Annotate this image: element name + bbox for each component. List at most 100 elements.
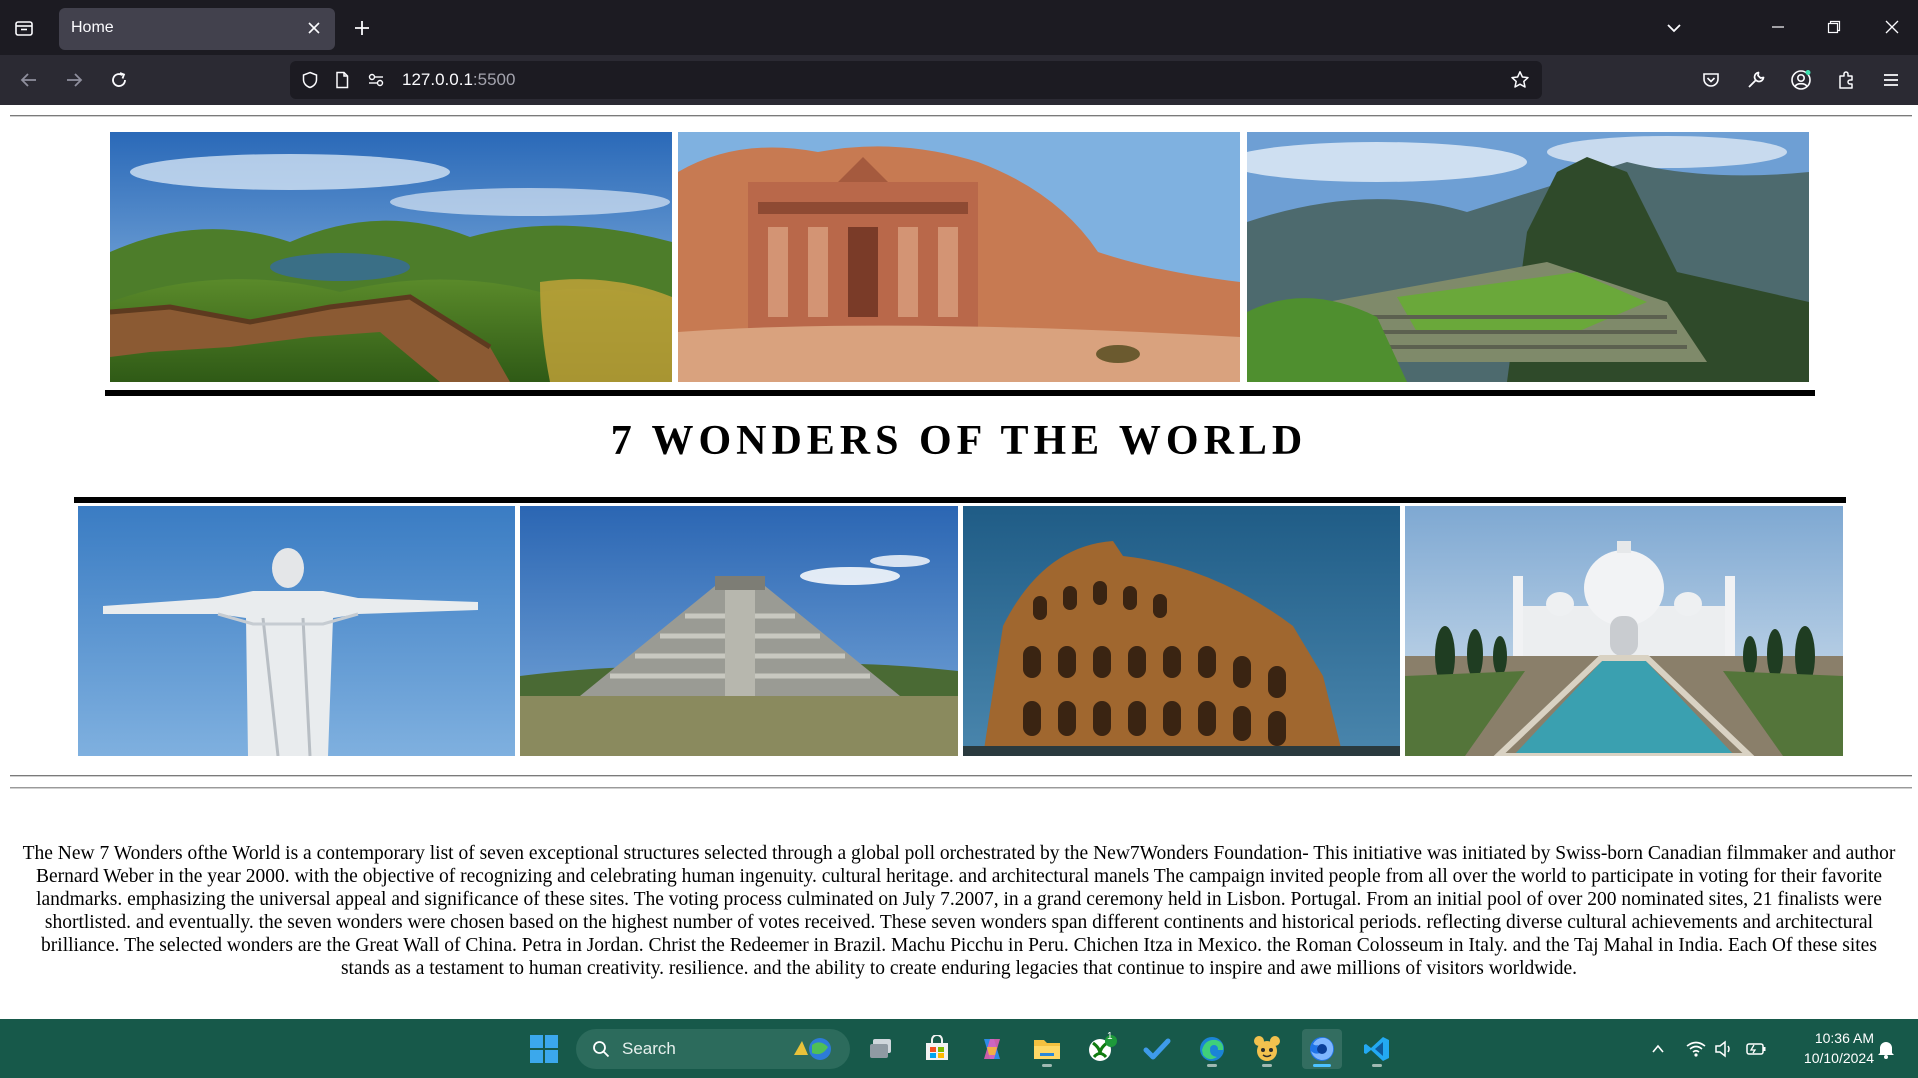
game-character-icon xyxy=(1254,1036,1280,1061)
notifications-button[interactable] xyxy=(1874,1037,1898,1061)
task-view-button[interactable] xyxy=(862,1029,902,1069)
url-text[interactable]: 127.0.0.1:5500 xyxy=(402,70,515,90)
taskbar-todo[interactable] xyxy=(1137,1029,1177,1069)
firefox-view-button[interactable] xyxy=(10,14,38,42)
taj-mahal-image xyxy=(1405,506,1843,756)
start-button[interactable] xyxy=(524,1029,564,1069)
system-clock[interactable]: 10:36 AM 10/10/2024 xyxy=(1778,1028,1874,1068)
taskbar-xbox[interactable]: 1 xyxy=(1082,1029,1122,1069)
christ-the-redeemer-image xyxy=(78,506,515,756)
taskbar-game[interactable] xyxy=(1247,1029,1287,1069)
app-menu-button[interactable] xyxy=(1876,65,1906,95)
clock-time: 10:36 AM xyxy=(1814,1030,1874,1046)
plus-icon xyxy=(355,21,369,35)
taskbar-store[interactable] xyxy=(917,1029,957,1069)
account-button[interactable] xyxy=(1786,65,1816,95)
taskbar-firefox[interactable] xyxy=(1302,1029,1342,1069)
volume-status[interactable] xyxy=(1712,1037,1736,1061)
account-icon xyxy=(1791,70,1811,90)
checkmark-icon xyxy=(1143,1038,1171,1060)
show-hidden-icons-button[interactable] xyxy=(1646,1037,1670,1061)
horizontal-rule-3 xyxy=(10,787,1912,789)
running-indicator xyxy=(1207,1064,1217,1067)
folder-icon xyxy=(1034,1040,1060,1059)
top-divider xyxy=(105,390,1815,396)
back-button[interactable] xyxy=(14,65,44,95)
tab-home[interactable]: Home xyxy=(59,8,335,50)
active-indicator xyxy=(1313,1064,1331,1067)
taskbar-vscode[interactable] xyxy=(1357,1029,1397,1069)
url-port: :5500 xyxy=(472,70,516,89)
xbox-notification-badge: 1 xyxy=(1107,1031,1113,1042)
navigation-toolbar: 127.0.0.1:5500 xyxy=(0,55,1918,105)
wifi-icon xyxy=(1686,1041,1706,1057)
battery-status[interactable] xyxy=(1744,1037,1768,1061)
site-permissions-icon[interactable] xyxy=(366,70,386,90)
tab-title: Home xyxy=(71,19,114,36)
running-indicator xyxy=(1042,1064,1052,1067)
search-highlight-icon xyxy=(794,1038,831,1060)
shield-icon[interactable] xyxy=(300,70,320,90)
chichen-itza-image xyxy=(520,506,958,756)
address-bar[interactable]: 127.0.0.1:5500 xyxy=(290,61,1542,99)
forward-button[interactable] xyxy=(59,65,89,95)
bottom-divider xyxy=(74,497,1846,503)
page-title: 7 WONDERS OF THE WORLD xyxy=(610,418,1308,464)
machu-picchu-image xyxy=(1247,132,1809,382)
restore-icon xyxy=(1827,20,1841,34)
windows-logo-icon xyxy=(530,1035,558,1063)
horizontal-rule xyxy=(10,115,1912,117)
speaker-icon xyxy=(1715,1040,1730,1058)
developer-tools-button[interactable] xyxy=(1741,65,1771,95)
minimize-button[interactable] xyxy=(1756,8,1800,46)
clock-date: 10/10/2024 xyxy=(1803,1050,1874,1066)
battery-icon xyxy=(1746,1043,1766,1055)
pocket-icon xyxy=(1703,73,1719,87)
new-tab-button[interactable] xyxy=(348,14,376,42)
colosseum-image xyxy=(963,506,1400,756)
task-view-icon xyxy=(870,1039,891,1058)
running-indicator xyxy=(1372,1064,1382,1067)
vscode-icon xyxy=(1364,1037,1389,1061)
restore-button[interactable] xyxy=(1812,8,1856,46)
puzzle-icon xyxy=(1839,71,1853,89)
firefox-view-icon xyxy=(15,21,33,36)
close-window-icon xyxy=(1885,20,1899,34)
great-wall-image xyxy=(110,132,672,382)
minimize-icon xyxy=(1772,26,1784,28)
pocket-button[interactable] xyxy=(1696,65,1726,95)
url-host: 127.0.0.1 xyxy=(402,70,473,89)
tab-strip: Home xyxy=(0,0,1918,55)
description-paragraph: The New 7 Wonders ofthe World is a conte… xyxy=(22,843,1896,979)
horizontal-rule-2 xyxy=(10,775,1912,777)
reload-icon xyxy=(112,72,126,87)
chevron-up-icon xyxy=(1652,1044,1664,1053)
bookmark-star-icon[interactable] xyxy=(1510,70,1530,90)
search-label: Search xyxy=(622,1039,676,1058)
reload-button[interactable] xyxy=(104,65,134,95)
edge-icon xyxy=(1200,1037,1224,1061)
page-icon[interactable] xyxy=(332,70,352,90)
taskbar-edge[interactable] xyxy=(1192,1029,1232,1069)
taskbar-copilot[interactable] xyxy=(972,1029,1012,1069)
close-window-button[interactable] xyxy=(1870,8,1914,46)
wifi-status[interactable] xyxy=(1684,1037,1708,1061)
page-content: 7 WONDERS OF THE WORLD The New 7 Wonders… xyxy=(0,105,1918,1019)
arrow-left-icon xyxy=(20,73,36,87)
firefox-icon xyxy=(1310,1037,1334,1061)
arrow-right-icon xyxy=(67,73,83,87)
wrench-icon xyxy=(1748,71,1765,88)
extensions-button[interactable] xyxy=(1831,65,1861,95)
tab-close-button[interactable] xyxy=(303,17,325,39)
bell-icon xyxy=(1878,1042,1894,1059)
running-indicator xyxy=(1262,1064,1272,1067)
petra-image xyxy=(678,132,1240,382)
store-icon xyxy=(926,1035,948,1060)
taskbar-search[interactable]: Search xyxy=(576,1029,850,1069)
chevron-down-icon xyxy=(1667,24,1681,33)
close-icon xyxy=(308,22,320,34)
taskbar-file-explorer[interactable] xyxy=(1027,1029,1067,1069)
search-icon xyxy=(593,1041,610,1058)
copilot-icon xyxy=(984,1039,1000,1059)
list-all-tabs-button[interactable] xyxy=(1660,14,1688,42)
